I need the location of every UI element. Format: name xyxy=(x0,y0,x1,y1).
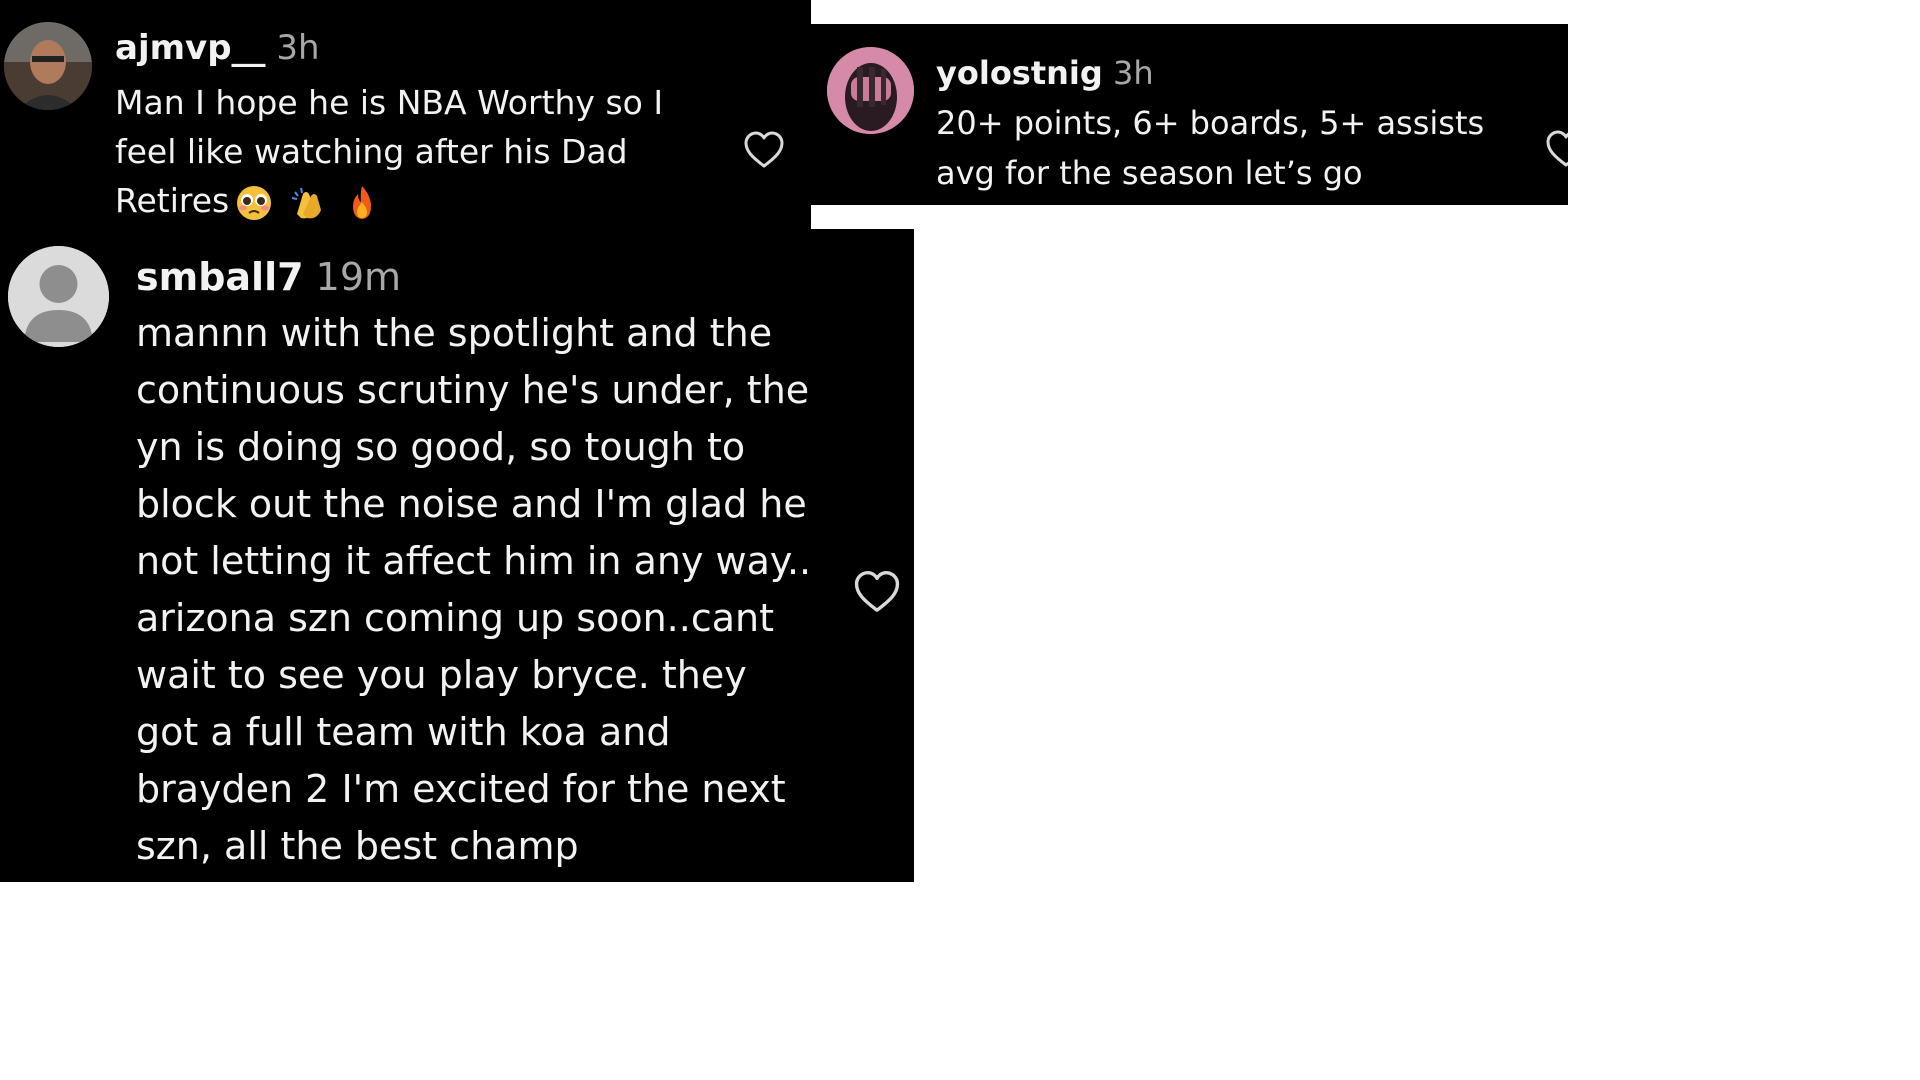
comment-card-ajmvp: ajmvp__ 3h Man I hope he is NBA Worthy s… xyxy=(0,0,811,229)
comment-line: szn, all the best champ xyxy=(136,824,579,868)
comment-line: feel like watching after his Dad xyxy=(115,132,628,171)
comment-header: ajmvp__ 3h xyxy=(115,28,320,68)
timestamp: 19m xyxy=(315,255,402,299)
comment-header: yolostnig 3h xyxy=(936,52,1154,94)
comment-line: got a full team with koa and xyxy=(136,710,671,754)
comment-header: smball7 19m xyxy=(136,253,401,301)
comment-line: not letting it affect him in any way.. xyxy=(136,539,812,583)
avatar[interactable] xyxy=(827,47,914,134)
comment-line: continuous scrutiny he's under, the xyxy=(136,368,810,412)
fire-icon xyxy=(353,185,372,219)
comment-line: Man I hope he is NBA Worthy so I xyxy=(115,83,664,122)
comment-card-smball7: smball7 19m mannn with the spotlight and… xyxy=(0,229,914,882)
comment-line: avg for the season let’s go xyxy=(936,154,1363,192)
pleading-face-icon xyxy=(237,185,272,220)
default-avatar-icon xyxy=(8,246,109,347)
comment-line: arizona szn coming up soon..cant xyxy=(136,596,775,640)
clapping-hands-icon xyxy=(292,187,322,218)
comment-card-yolostnig: yolostnig 3h 20+ points, 6+ boards, 5+ a… xyxy=(811,24,1568,205)
comment-line-text: Retires xyxy=(115,181,230,220)
comment-line: wait to see you play bryce. they xyxy=(136,653,747,697)
timestamp: 3h xyxy=(276,28,320,68)
username[interactable]: smball7 xyxy=(136,255,304,299)
comment-text: 20+ points, 6+ boards, 5+ assists avg fo… xyxy=(936,98,1484,198)
comment-text: mannn with the spotlight and the continu… xyxy=(136,305,811,875)
timestamp: 3h xyxy=(1112,54,1154,92)
username[interactable]: yolostnig xyxy=(936,54,1103,92)
username[interactable]: ajmvp__ xyxy=(115,28,266,68)
comment-line: mannn with the spotlight and the xyxy=(136,311,773,355)
avatar[interactable] xyxy=(4,22,92,110)
comment-text: Man I hope he is NBA Worthy so I feel li… xyxy=(115,78,663,225)
comment-line: block out the noise and I'm glad he xyxy=(136,482,807,526)
heart-icon[interactable] xyxy=(742,130,786,170)
comment-line: 20+ points, 6+ boards, 5+ assists xyxy=(936,104,1485,142)
comment-line: brayden 2 I'm excited for the next xyxy=(136,767,786,811)
profile-photo-pink-icon xyxy=(827,47,914,134)
comment-line: Retires xyxy=(115,176,663,225)
heart-icon[interactable] xyxy=(1544,129,1568,169)
heart-icon[interactable] xyxy=(852,569,902,615)
profile-photo-icon xyxy=(4,22,92,110)
comment-line: yn is doing so good, so tough to xyxy=(136,425,746,469)
avatar[interactable] xyxy=(8,246,109,347)
